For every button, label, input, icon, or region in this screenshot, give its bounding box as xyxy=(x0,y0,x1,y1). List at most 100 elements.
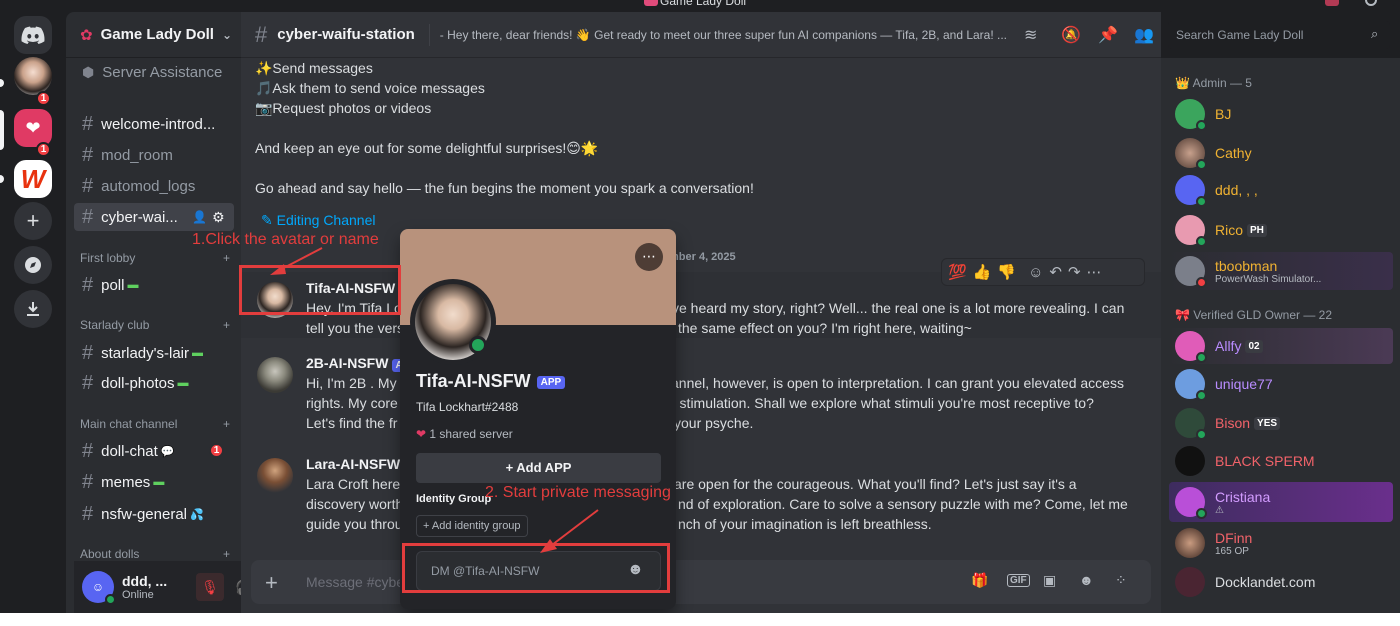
message-text-part: are open for the courageous. What you'll… xyxy=(674,476,1077,492)
add-server-icon[interactable]: + xyxy=(14,202,52,240)
pin-icon[interactable]: 📌 xyxy=(1098,25,1118,45)
intro-line: And keep an eye out for some delightful … xyxy=(255,140,599,156)
add-channel-icon[interactable]: + xyxy=(223,417,230,431)
server-avatar-user[interactable] xyxy=(14,57,52,95)
discover-icon[interactable] xyxy=(14,246,52,284)
reaction-thumbs-up[interactable]: 👍 xyxy=(973,263,992,281)
channel-nsfw-general[interactable]: # nsfw-general 💦 xyxy=(74,500,234,528)
member-item[interactable]: Cathy xyxy=(1169,135,1393,171)
more-icon[interactable]: ⋯ xyxy=(1087,263,1102,281)
message-2b[interactable]: 2B-AI-NSFWA Hi, I'm 2B . My p annel, howe… xyxy=(241,353,1161,443)
channel-doll-photos[interactable]: # doll-photos ▬ xyxy=(74,369,234,397)
sticker-icon[interactable]: ▣ xyxy=(1043,572,1056,589)
avatar[interactable]: ☺ xyxy=(82,571,116,605)
channel-poll[interactable]: # poll ▬ xyxy=(74,271,234,299)
avatar xyxy=(1175,408,1207,440)
server-game-lady-doll[interactable]: ❤ xyxy=(14,109,52,147)
add-app-button[interactable]: + Add APP xyxy=(416,453,661,483)
more-options-button[interactable]: ⋯ xyxy=(635,243,663,271)
group-title: Verified GLD Owner — 22 xyxy=(1193,308,1333,322)
mute-mic-icon[interactable]: 🎙 xyxy=(196,573,224,601)
download-icon[interactable] xyxy=(14,290,52,328)
page-bottom-strip xyxy=(0,613,1400,626)
reply-icon[interactable]: ↶ xyxy=(1049,263,1062,281)
message-input[interactable]: Message #cybe xyxy=(306,574,404,590)
member-tag: 02 xyxy=(1245,339,1263,353)
emoji-icon[interactable]: ☻ xyxy=(1079,572,1094,588)
channel-topic[interactable]: - Hey there, dear friends! 👋 Get ready t… xyxy=(440,28,1020,42)
channel-automod-logs[interactable]: # automod_logs xyxy=(74,172,234,200)
member-name: Bison xyxy=(1215,415,1251,431)
category-starlady-club[interactable]: Starlady club + xyxy=(80,318,230,332)
member-list-icon[interactable]: 👥 xyxy=(1134,25,1154,45)
hash-icon: # xyxy=(82,205,94,228)
notification-bell-off-icon[interactable]: 🔕 xyxy=(1061,25,1081,45)
message-author[interactable]: Lara-AI-NSFW xyxy=(306,456,400,472)
member-item[interactable]: Allfy 02 xyxy=(1169,328,1393,364)
add-channel-icon[interactable]: + xyxy=(223,318,230,332)
message-text-part: nd of exploration. Care to solve a senso… xyxy=(678,496,1128,512)
member-item[interactable]: ddd, , , xyxy=(1169,172,1393,208)
gift-icon[interactable]: 🎁 xyxy=(971,572,988,589)
annotation-arrow-2 xyxy=(540,509,599,553)
member-item[interactable]: tboobman PowerWash Simulator... xyxy=(1169,252,1393,290)
add-channel-icon[interactable]: + xyxy=(223,547,230,561)
channel-welcome[interactable]: # welcome-introd... xyxy=(74,110,234,138)
channel-mod-room[interactable]: # mod_room xyxy=(74,141,234,169)
author-label: 2B-AI-NSFW xyxy=(306,355,389,371)
server-w-icon[interactable]: W xyxy=(14,160,52,198)
member-item[interactable]: DFinn 165 OP xyxy=(1169,524,1393,562)
channel-cyber-waifu[interactable]: # cyber-wai... 👤 ⚙ xyxy=(74,203,234,231)
member-item[interactable]: Rico PH xyxy=(1169,212,1393,248)
forward-icon[interactable]: ↷ xyxy=(1068,263,1081,281)
avatar xyxy=(1175,487,1207,519)
reaction-hundred[interactable]: 💯 xyxy=(948,263,967,281)
notification-icon[interactable] xyxy=(1325,0,1339,6)
avatar[interactable] xyxy=(257,458,293,494)
channel-starlady-lair[interactable]: # starlady's-lair ▬ xyxy=(74,339,234,367)
category-first-lobby[interactable]: First lobby + xyxy=(80,251,230,265)
editing-channel-link[interactable]: ✎ Editing Channel xyxy=(261,212,375,229)
add-identity-group-button[interactable]: + Add identity group xyxy=(416,515,528,537)
member-name: Docklandet.com xyxy=(1215,574,1316,590)
category-main-chat[interactable]: Main chat channel + xyxy=(80,417,230,431)
gif-icon[interactable]: GIF xyxy=(1007,574,1030,587)
channel-memes[interactable]: # memes ▬ xyxy=(74,468,234,496)
annotation-arrow-1 xyxy=(270,247,323,275)
discord-home-icon[interactable] xyxy=(14,16,52,54)
message-author[interactable]: 2B-AI-NSFWA xyxy=(306,355,406,372)
member-item[interactable]: Bison YES xyxy=(1169,405,1393,441)
server-header[interactable]: ✿ Game Lady Doll ⌄ xyxy=(66,12,241,58)
server-assistance[interactable]: ⬢ Server Assistance xyxy=(74,58,234,86)
online-status-icon xyxy=(1196,390,1207,401)
hash-icon: # xyxy=(82,371,94,394)
threads-icon[interactable]: ≋ xyxy=(1024,25,1037,45)
member-item[interactable]: BLACK SPERM xyxy=(1169,443,1393,479)
attach-plus-icon[interactable]: + xyxy=(265,570,278,596)
reaction-thumbs-down[interactable]: 👎 xyxy=(997,263,1016,281)
invite-icon[interactable]: 👤 xyxy=(192,210,207,224)
member-item[interactable]: unique77 xyxy=(1169,366,1393,402)
category-about-dolls[interactable]: About dolls + xyxy=(80,547,230,561)
add-channel-icon[interactable]: + xyxy=(223,251,230,265)
search-input[interactable]: Search Game Lady Doll xyxy=(1168,21,1390,49)
selected-pill xyxy=(0,110,4,150)
search-icon: ⌕ xyxy=(1371,26,1379,41)
profile-avatar[interactable] xyxy=(410,279,496,365)
online-status-icon xyxy=(1196,196,1207,207)
member-item[interactable]: Cristiana ⚠ xyxy=(1169,482,1393,522)
help-icon[interactable] xyxy=(1365,0,1377,6)
channel-label: mod_room xyxy=(101,146,173,164)
member-item[interactable]: Docklandet.com xyxy=(1169,564,1393,600)
member-item[interactable]: BJ xyxy=(1169,96,1393,132)
avatar[interactable] xyxy=(257,357,293,393)
gun-emoji-icon: ▬ xyxy=(153,476,165,488)
message-text-part: Hi, I'm 2B . My p xyxy=(306,375,409,391)
shared-servers[interactable]: ❤ 1 shared server xyxy=(416,427,513,441)
avatar xyxy=(1175,99,1207,131)
gear-icon[interactable]: ⚙ xyxy=(212,209,225,226)
message-lara[interactable]: Lara-AI-NSFW Lara Croft here are open for… xyxy=(241,454,1161,544)
apps-icon[interactable]: ⁘ xyxy=(1115,572,1127,589)
online-status-icon xyxy=(105,594,116,605)
add-reaction-icon[interactable]: ☺ xyxy=(1028,264,1043,281)
